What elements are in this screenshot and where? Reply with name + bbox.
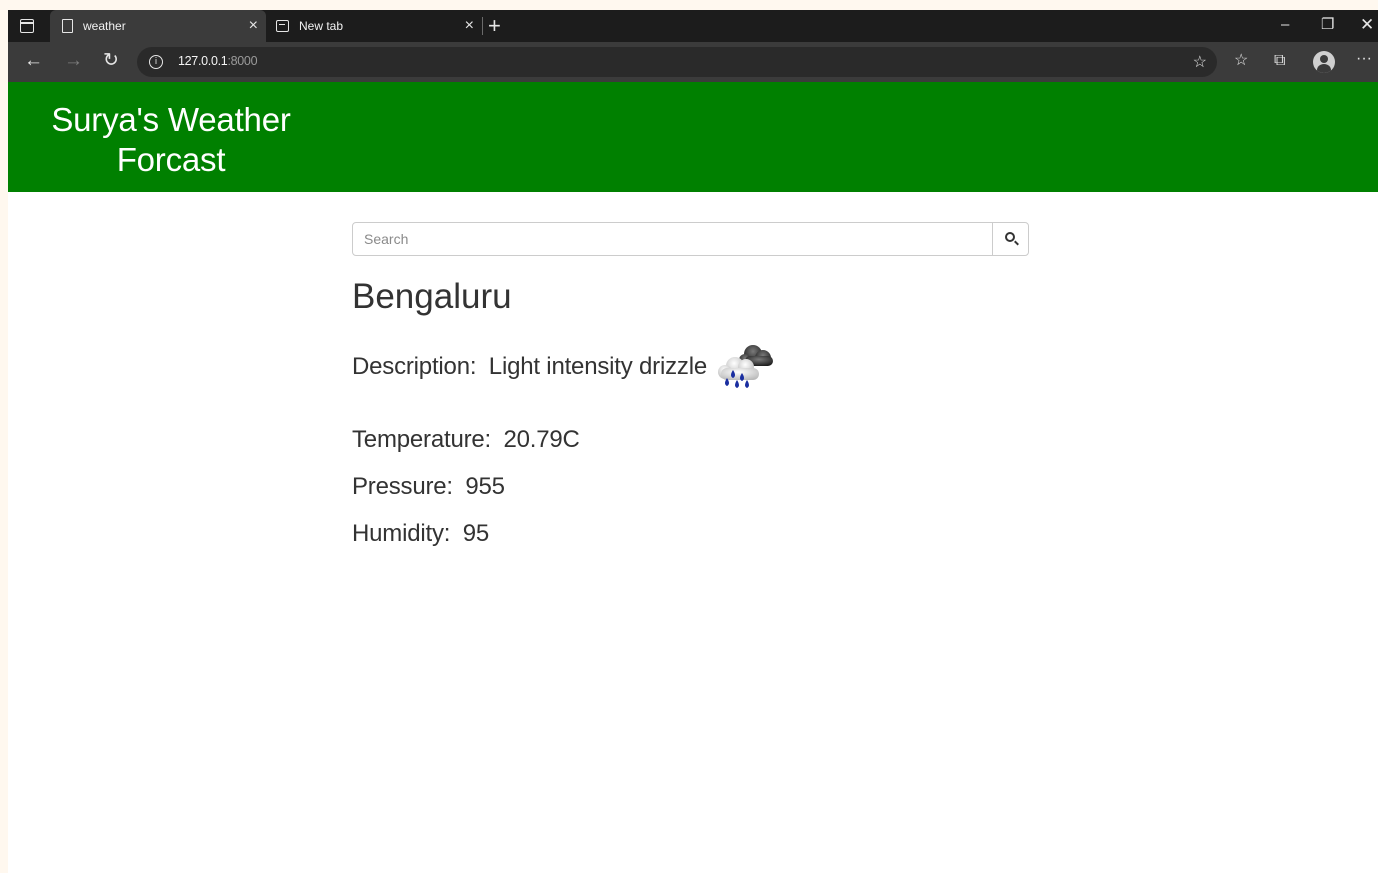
new-tab-button[interactable]: + bbox=[488, 13, 501, 39]
tab-strip: weather × New tab × + – ❐ ✕ bbox=[8, 10, 1378, 42]
tab-title: New tab bbox=[299, 19, 344, 33]
tab-new-tab[interactable]: New tab × bbox=[266, 10, 482, 42]
profile-avatar[interactable] bbox=[1313, 51, 1335, 73]
favorites-icon[interactable]: ☆ bbox=[1234, 51, 1248, 71]
search-form bbox=[352, 222, 1029, 256]
page-icon bbox=[62, 19, 73, 33]
temperature-text: Temperature: 20.79C bbox=[352, 426, 580, 454]
humidity-text: Humidity: 95 bbox=[352, 520, 489, 548]
temperature-label: Temperature: bbox=[352, 426, 491, 453]
tab-close-icon[interactable]: × bbox=[465, 17, 474, 35]
forward-arrow-icon[interactable]: → bbox=[64, 50, 83, 72]
pressure-value: 955 bbox=[465, 473, 505, 500]
url-port: :8000 bbox=[227, 54, 258, 68]
site-info-icon[interactable]: i bbox=[149, 55, 163, 69]
search-input[interactable] bbox=[353, 223, 992, 255]
search-icon bbox=[1005, 232, 1015, 242]
drizzle-weather-icon bbox=[717, 345, 773, 388]
description-text: Description: Light intensity drizzle bbox=[352, 353, 707, 381]
pressure-label: Pressure: bbox=[352, 473, 453, 500]
pressure-text: Pressure: 955 bbox=[352, 473, 505, 501]
browser-window: weather × New tab × + – ❐ ✕ ← → ↻ i 127.… bbox=[8, 10, 1378, 873]
restore-icon[interactable]: ❐ bbox=[1321, 14, 1334, 36]
url-host: 127.0.0.1 bbox=[178, 54, 228, 68]
add-favorite-icon[interactable]: ☆ bbox=[1193, 52, 1207, 72]
new-tab-icon bbox=[276, 20, 289, 32]
search-button[interactable] bbox=[992, 223, 1028, 255]
more-icon[interactable]: ··· bbox=[1356, 49, 1372, 69]
tab-title: weather bbox=[83, 19, 126, 33]
humidity-label: Humidity: bbox=[352, 520, 451, 547]
tab-close-icon[interactable]: × bbox=[249, 17, 258, 35]
collections-icon[interactable]: ⧉ bbox=[1274, 51, 1285, 71]
reload-icon[interactable]: ↻ bbox=[103, 50, 119, 72]
site-header: Surya's Weather Forcast bbox=[8, 82, 1378, 192]
address-bar[interactable]: i 127.0.0.1:8000 ☆ bbox=[137, 47, 1217, 77]
minimize-icon[interactable]: – bbox=[1281, 14, 1289, 36]
url-text[interactable]: 127.0.0.1:8000 bbox=[178, 54, 258, 68]
tab-actions-icon[interactable] bbox=[20, 19, 34, 33]
humidity-value: 95 bbox=[462, 520, 489, 547]
browser-toolbar: ← → ↻ i 127.0.0.1:8000 ☆ ☆ ⧉ ··· bbox=[8, 42, 1378, 82]
tab-divider bbox=[482, 17, 483, 35]
description-label: Description: bbox=[352, 353, 477, 380]
temperature-value: 20.79C bbox=[503, 426, 580, 453]
description-value: Light intensity drizzle bbox=[488, 353, 707, 380]
description-row: Description: Light intensity drizzle bbox=[352, 338, 777, 396]
site-title: Surya's Weather Forcast bbox=[51, 101, 291, 178]
back-arrow-icon[interactable]: ← bbox=[24, 50, 43, 72]
city-name: Bengaluru bbox=[352, 277, 512, 316]
tab-weather[interactable]: weather × bbox=[50, 10, 266, 42]
close-window-icon[interactable]: ✕ bbox=[1360, 14, 1374, 36]
